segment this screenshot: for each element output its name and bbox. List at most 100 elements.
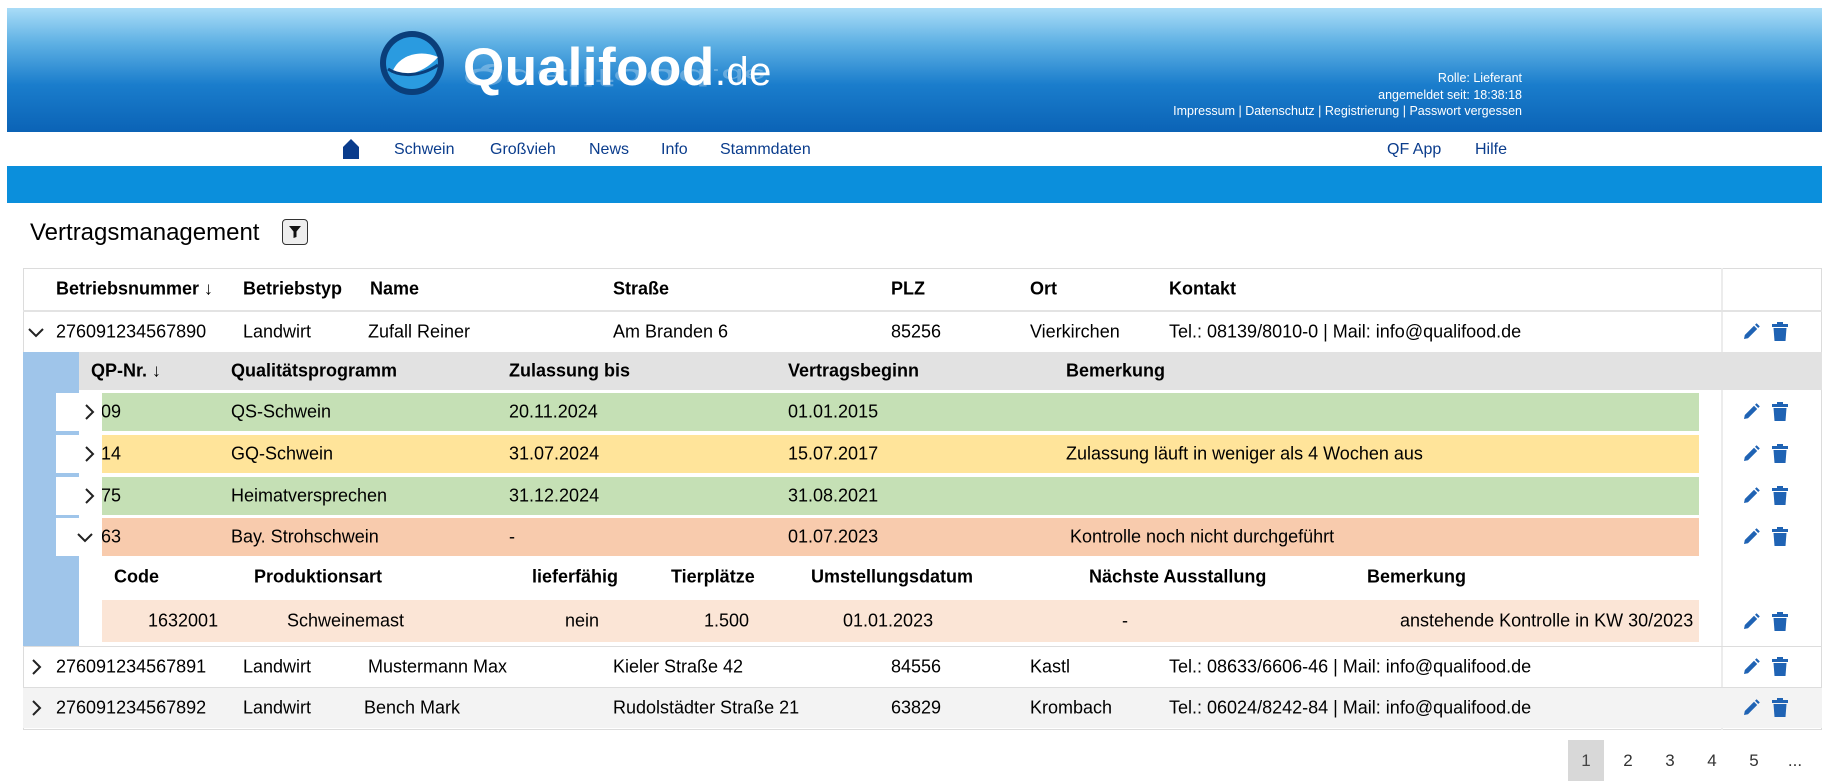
chevron-right-icon[interactable]: [80, 403, 98, 421]
cell-programm: QS-Schwein: [231, 401, 332, 422]
delete-icon[interactable]: [1771, 444, 1789, 464]
link-passwort-vergessen[interactable]: Passwort vergessen: [1409, 104, 1522, 118]
edit-icon[interactable]: [1741, 698, 1761, 718]
filter-icon: [289, 226, 301, 238]
table-header: Betriebsnummer ↓ Betriebstyp Name Straße…: [23, 268, 1822, 310]
col-lieferfaehig[interactable]: lieferfähig: [532, 567, 618, 588]
chevron-right-icon[interactable]: [27, 658, 45, 676]
production-row[interactable]: 1632001 Schweinemast nein 1.500 01.01.20…: [102, 600, 1699, 642]
link-datenschutz[interactable]: Datenschutz: [1245, 104, 1314, 118]
delete-icon[interactable]: [1771, 527, 1789, 547]
col-kontakt[interactable]: Kontakt: [1169, 279, 1236, 300]
col-strasse[interactable]: Straße: [613, 279, 669, 300]
nav-stammdaten[interactable]: Stammdaten: [720, 141, 811, 159]
cell-strasse: Am Branden 6: [613, 321, 729, 342]
cell-kontakt: Tel.: 08139/8010-0 | Mail: info@qualifoo…: [1169, 321, 1522, 342]
table-row[interactable]: 276091234567892 Landwirt Bench Mark Rudo…: [23, 688, 1822, 728]
cell-vertragsbeginn: 15.07.2017: [788, 443, 879, 464]
cell-betriebsnummer: 276091234567892: [56, 697, 207, 718]
program-chevron-cell[interactable]: [56, 477, 102, 515]
contract-table: Betriebsnummer ↓ Betriebstyp Name Straße…: [23, 268, 1822, 730]
edit-icon[interactable]: [1741, 486, 1761, 506]
program-row[interactable]: 075 Heimatversprechen 31.12.2024 31.08.2…: [56, 477, 1699, 515]
page-2[interactable]: 2: [1610, 740, 1646, 781]
col-betriebsnummer[interactable]: Betriebsnummer ↓: [56, 279, 213, 300]
nav-info[interactable]: Info: [661, 141, 688, 159]
row-actions: [1741, 698, 1801, 718]
cell-programm: GQ-Schwein: [231, 443, 334, 464]
col-name[interactable]: Name: [370, 279, 419, 300]
program-chevron-cell[interactable]: [56, 393, 102, 431]
row-actions: [1741, 486, 1801, 506]
page-5[interactable]: 5: [1736, 740, 1772, 781]
link-registrierung[interactable]: Registrierung: [1325, 104, 1399, 118]
cell-bemerkung: anstehende Kontrolle in KW 30/2023: [1400, 610, 1694, 631]
page-4[interactable]: 4: [1694, 740, 1730, 781]
cell-betriebstyp: Landwirt: [243, 321, 312, 342]
nav-hilfe[interactable]: Hilfe: [1475, 141, 1507, 159]
nav-news[interactable]: News: [589, 141, 629, 159]
delete-icon[interactable]: [1771, 657, 1789, 677]
table-row[interactable]: 276091234567890 Landwirt Zufall Reiner A…: [23, 312, 1822, 352]
nav-qf-app[interactable]: QF App: [1387, 141, 1441, 159]
page-1[interactable]: 1: [1568, 740, 1604, 781]
home-icon[interactable]: [341, 138, 361, 160]
page-ellipsis[interactable]: ...: [1772, 740, 1818, 781]
cell-zulassung: 31.12.2024: [509, 485, 600, 506]
chevron-right-icon[interactable]: [80, 487, 98, 505]
cell-vertragsbeginn: 01.07.2023: [788, 526, 879, 547]
cell-betriebstyp: Landwirt: [243, 697, 312, 718]
cell-betriebstyp: Landwirt: [243, 656, 312, 677]
cell-tierplaetze: 1.500: [704, 610, 750, 631]
program-row[interactable]: 009 QS-Schwein 20.11.2024 01.01.2015: [56, 393, 1699, 431]
program-row[interactable]: 163 Bay. Strohschwein - 01.07.2023 Kontr…: [56, 518, 1699, 556]
program-row[interactable]: 014 GQ-Schwein 31.07.2024 15.07.2017 Zul…: [56, 435, 1699, 473]
nav-grossvieh[interactable]: Großvieh: [490, 141, 556, 159]
chevron-right-icon[interactable]: [27, 699, 45, 717]
col-umstellungsdatum[interactable]: Umstellungsdatum: [811, 567, 973, 588]
chevron-right-icon[interactable]: [80, 445, 98, 463]
delete-icon[interactable]: [1771, 402, 1789, 422]
page-3[interactable]: 3: [1652, 740, 1688, 781]
col-bemerkung[interactable]: Bemerkung: [1367, 567, 1466, 588]
edit-icon[interactable]: [1741, 444, 1761, 464]
program-chevron-cell[interactable]: [56, 518, 102, 556]
edit-icon[interactable]: [1741, 612, 1761, 632]
col-ort[interactable]: Ort: [1030, 279, 1057, 300]
col-zulassung-bis[interactable]: Zulassung bis: [509, 361, 630, 382]
col-qp-nr[interactable]: QP-Nr. ↓: [91, 361, 161, 382]
col-code[interactable]: Code: [114, 567, 159, 588]
chevron-down-icon[interactable]: [27, 323, 45, 341]
col-tierplaetze[interactable]: Tierplätze: [671, 567, 755, 588]
cell-lieferfaehig: nein: [565, 610, 600, 631]
link-impressum[interactable]: Impressum: [1173, 104, 1235, 118]
cell-zulassung: 31.07.2024: [509, 443, 600, 464]
edit-icon[interactable]: [1741, 402, 1761, 422]
filter-button[interactable]: [282, 219, 308, 245]
col-plz[interactable]: PLZ: [891, 279, 925, 300]
program-chevron-cell[interactable]: [56, 435, 102, 473]
col-produktionsart[interactable]: Produktionsart: [254, 567, 382, 588]
cell-kontakt: Tel.: 08633/6606-46 | Mail: info@qualifo…: [1169, 656, 1532, 677]
col-qualitaetsprogramm[interactable]: Qualitätsprogramm: [231, 361, 397, 382]
delete-icon[interactable]: [1771, 322, 1789, 342]
edit-icon[interactable]: [1741, 322, 1761, 342]
cell-plz: 85256: [891, 321, 942, 342]
edit-icon[interactable]: [1741, 657, 1761, 677]
user-info: Rolle: Lieferant angemeldet seit: 18:38:…: [1173, 70, 1522, 120]
table-row[interactable]: 276091234567891 Landwirt Mustermann Max …: [23, 647, 1822, 687]
cell-plz: 84556: [891, 656, 942, 677]
col-betriebstyp[interactable]: Betriebstyp: [243, 279, 342, 300]
delete-icon[interactable]: [1771, 486, 1789, 506]
login-time: angemeldet seit: 18:38:18: [1378, 87, 1522, 102]
col-naechste-ausstallung[interactable]: Nächste Ausstallung: [1089, 567, 1266, 588]
qualifood-logo[interactable]: Qualifood.de Qualifood.de: [373, 25, 773, 135]
col-bemerkung[interactable]: Bemerkung: [1066, 361, 1165, 382]
nav-schwein[interactable]: Schwein: [394, 141, 454, 159]
chevron-down-icon[interactable]: [76, 528, 94, 546]
col-vertragsbeginn[interactable]: Vertragsbeginn: [788, 361, 919, 382]
delete-icon[interactable]: [1771, 612, 1789, 632]
cell-code: 1632001: [148, 610, 219, 631]
edit-icon[interactable]: [1741, 527, 1761, 547]
delete-icon[interactable]: [1771, 698, 1789, 718]
